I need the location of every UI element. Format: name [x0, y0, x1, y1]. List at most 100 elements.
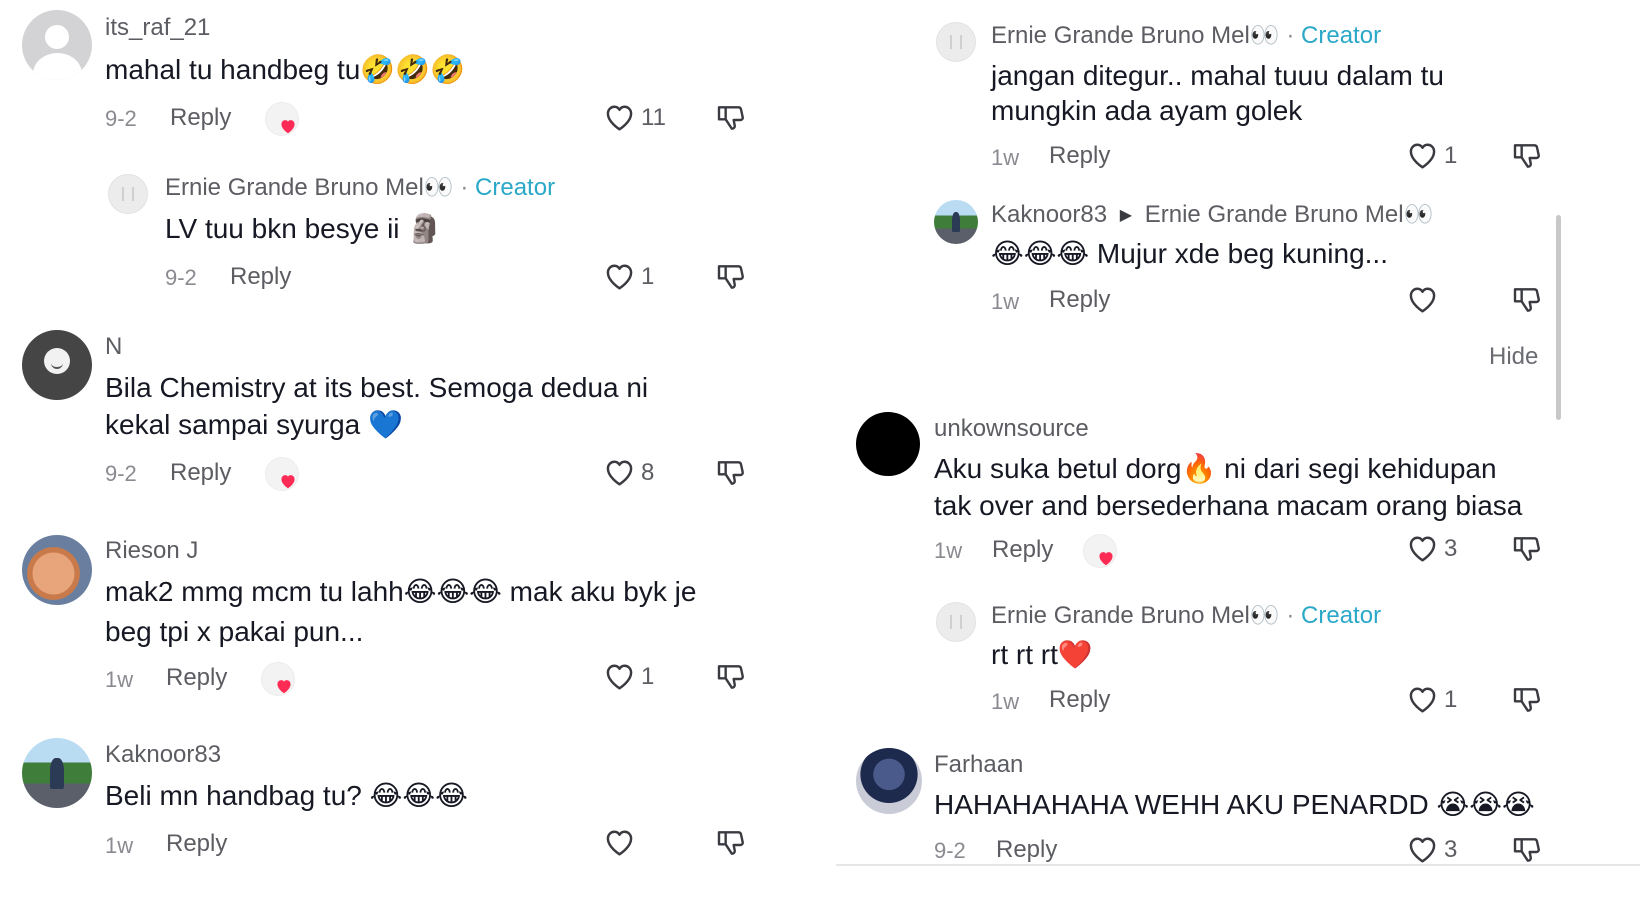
comment-date: 1w — [934, 538, 963, 563]
avatar[interactable] — [856, 412, 920, 476]
comment-username[interactable]: Kaknoor83 ▶ Ernie Grande Bruno Mel👀 — [991, 200, 1433, 229]
creator-liked-icon — [1083, 534, 1117, 568]
like-button[interactable]: 11 — [603, 102, 673, 134]
dislike-button[interactable] — [714, 102, 748, 139]
comment-text-line: mungkin ada ayam golek — [991, 95, 1303, 126]
username-text: Ernie Grande Bruno Mel👀 — [165, 174, 454, 201]
comment-item: unkownsource Aku suka betul dorg🔥 ni dar… — [820, 400, 1640, 590]
comment-date: 9-2 — [105, 106, 137, 131]
thumbs-down-icon — [717, 831, 744, 855]
thumbs-down-icon — [717, 106, 744, 130]
like-button[interactable]: 1 — [603, 661, 673, 693]
comment-text-line: jangan ditegur.. mahal tuuu dalam tu — [991, 60, 1444, 91]
reply-button[interactable]: Reply — [1049, 286, 1110, 314]
creator-liked-icon — [261, 662, 295, 696]
like-button[interactable]: 1 — [1406, 684, 1476, 716]
like-button[interactable] — [603, 827, 643, 859]
reply-button[interactable]: Reply — [996, 836, 1057, 864]
reply-button[interactable]: Reply — [170, 459, 231, 487]
dislike-button[interactable] — [1510, 284, 1544, 321]
like-button[interactable]: 8 — [603, 457, 673, 489]
comment-text-line: Bila Chemistry at its best. Semoga dedua… — [105, 372, 649, 403]
thumbs-down-icon — [717, 265, 744, 289]
heart-outline-icon — [606, 105, 633, 131]
avatar[interactable] — [22, 10, 92, 80]
reply-button[interactable]: Reply — [166, 664, 227, 692]
comment-username[interactable]: Ernie Grande Bruno Mel👀 · Creator — [991, 21, 1381, 50]
comment-item: Farhaan HAHAHAHAHA WEHH AKU PENARDD 😭😭😭 … — [820, 740, 1640, 920]
comment-date: 1w — [991, 689, 1020, 714]
like-button[interactable]: 3 — [1406, 533, 1476, 565]
like-count: 11 — [641, 104, 666, 131]
dislike-button[interactable] — [1510, 533, 1544, 570]
creator-avatar[interactable] — [108, 174, 148, 214]
reply-button[interactable]: Reply — [170, 104, 231, 132]
thumbs-down-icon — [1513, 144, 1540, 168]
reply-button[interactable]: Reply — [1049, 142, 1110, 170]
comment-date: 9-2 — [934, 838, 966, 863]
reply-button[interactable]: Reply — [1049, 686, 1110, 714]
avatar[interactable] — [856, 748, 922, 814]
comment-text-line: tak over and bersederhana macam orang bi… — [934, 490, 1523, 521]
dislike-button[interactable] — [714, 261, 748, 298]
dislike-button[interactable] — [714, 661, 748, 698]
comment-username[interactable]: Farhaan — [934, 751, 1023, 779]
reply-button[interactable]: Reply — [230, 263, 291, 291]
like-button[interactable]: 3 — [1406, 834, 1476, 866]
comment-text: Beli mn handbag tu? 😂😂😂 — [105, 780, 468, 811]
thumbs-down-icon — [1513, 838, 1540, 862]
dislike-button[interactable] — [714, 457, 748, 494]
username-text: Ernie Grande Bruno Mel👀 — [991, 22, 1280, 49]
comment-text: 😂😂😂 Mujur xde beg kuning... — [991, 238, 1388, 269]
comment-item: N Bila Chemistry at its best. Semoga ded… — [0, 320, 800, 510]
comment-item: its_raf_21 mahal tu handbeg tu🤣🤣🤣 9-2 Re… — [0, 0, 800, 150]
heart-outline-icon — [1409, 687, 1436, 713]
reply-button[interactable]: Reply — [166, 830, 227, 858]
comment-username[interactable]: Kaknoor83 — [105, 741, 221, 769]
comment-text: mahal tu handbeg tu🤣🤣🤣 — [105, 54, 465, 85]
creator-avatar[interactable] — [936, 602, 976, 642]
comment-text-line: Aku suka betul dorg🔥 ni dari segi kehidu… — [934, 453, 1497, 484]
comment-text: HAHAHAHAHA WEHH AKU PENARDD 😭😭😭 — [934, 789, 1535, 820]
avatar[interactable] — [934, 200, 978, 244]
thumbs-down-icon — [717, 461, 744, 485]
reply-button[interactable]: Reply — [992, 536, 1053, 564]
comment-username[interactable]: its_raf_21 — [105, 14, 210, 42]
comment-text: rt rt rt❤️ — [991, 639, 1093, 670]
like-count: 3 — [1444, 535, 1458, 562]
like-button[interactable]: 1 — [603, 261, 673, 293]
like-count: 1 — [1444, 142, 1458, 169]
like-count: 3 — [1444, 836, 1458, 863]
comment-item: Rieson J mak2 mmg mcm tu lahh😂😂😂 mak aku… — [0, 525, 800, 715]
comment-username[interactable]: N — [105, 333, 122, 361]
avatar[interactable] — [22, 535, 92, 605]
comment-username[interactable]: unkownsource — [934, 415, 1089, 443]
comment-username[interactable]: Ernie Grande Bruno Mel👀 · Creator — [991, 601, 1381, 630]
avatar[interactable] — [22, 330, 92, 400]
like-button[interactable]: 1 — [1406, 140, 1476, 172]
creator-badge: Creator — [1301, 602, 1382, 629]
dislike-button[interactable] — [1510, 140, 1544, 177]
comment-username[interactable]: Rieson J — [105, 537, 198, 565]
comment-date: 9-2 — [105, 461, 137, 486]
comment-date: 9-2 — [165, 265, 197, 290]
comment-text: LV tuu bkn besye ii 🗿 — [165, 213, 443, 244]
like-count: 8 — [641, 459, 655, 486]
reply-item: Ernie Grande Bruno Mel👀 · Creator rt rt … — [820, 590, 1640, 730]
comment-date: 1w — [105, 667, 134, 692]
like-button[interactable] — [1406, 284, 1446, 316]
creator-liked-icon — [265, 102, 299, 136]
thumbs-down-icon — [1513, 688, 1540, 712]
heart-outline-icon — [606, 264, 633, 290]
creator-badge: Creator — [1301, 22, 1382, 49]
dislike-button[interactable] — [1510, 684, 1544, 721]
comment-username[interactable]: Ernie Grande Bruno Mel👀 · Creator — [165, 173, 555, 202]
scrollbar-thumb[interactable] — [1556, 215, 1561, 420]
comment-text-line: mak2 mmg mcm tu lahh😂😂😂 mak aku byk je — [105, 576, 697, 607]
thumbs-down-icon — [1513, 288, 1540, 312]
avatar[interactable] — [22, 738, 92, 808]
dislike-button[interactable] — [714, 827, 748, 864]
hide-replies-button[interactable]: Hide — [1489, 343, 1538, 371]
heart-outline-icon — [1409, 837, 1436, 863]
creator-avatar[interactable] — [936, 22, 976, 62]
